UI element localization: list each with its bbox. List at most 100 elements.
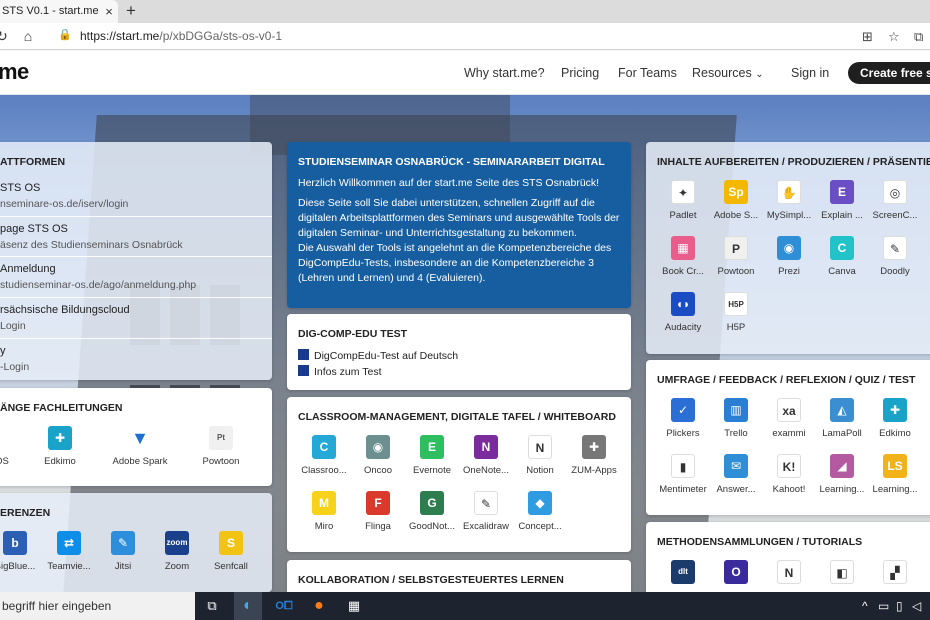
site-logo[interactable]: me [0,59,29,85]
app-tile[interactable]: Pt Powtoon [193,426,249,467]
app-tile[interactable]: ✎ Doodly [867,236,923,277]
intro-text: Herzlich Willkommen auf der start.me Sei… [298,176,620,286]
app-tile[interactable]: ✚ Edkimo [867,398,923,439]
widget-title: STUDIENSEMINAR OSNABRÜCK - SEMINARARBEIT… [298,156,605,168]
app-tile[interactable]: xa exammi [761,398,817,439]
app-tile[interactable]: zoom Zoom [149,531,205,572]
app-tile[interactable]: C Classroo... [296,435,352,476]
apps-grid-icon[interactable]: ⊞ [862,25,873,48]
app-tile[interactable]: G GoodNot... [404,491,460,532]
app-label: Explain ... [821,210,863,221]
app-tile[interactable]: ✦ Padlet [655,180,711,221]
bookmark-item[interactable]: Anmeldung studienseminar-os.de/ago/anmel… [0,256,272,298]
lock-icon: 🔒 [58,29,72,41]
task-view-icon[interactable]: ⧉ [198,592,226,620]
app-tile[interactable]: LS Learning... [867,454,923,495]
app-tile[interactable]: dlt [655,560,711,584]
app-tile[interactable]: ◎ ScreenC... [867,180,923,221]
refresh-icon[interactable]: ↻ [0,23,10,50]
nav-pricing[interactable]: Pricing [561,51,599,95]
intro-paragraph: Die Auswahl der Tools ist angelehnt an d… [298,242,612,284]
app-tile[interactable]: ✎ Jitsi [95,531,151,572]
favorite-star-icon[interactable]: ☆ [888,25,900,48]
app-window-icon[interactable]: ▦ [340,592,368,620]
app-tile[interactable]: P Powtoon [708,236,764,277]
app-tile[interactable]: F Flinga [350,491,406,532]
app-tile[interactable]: Sp Adobe S... [708,180,764,221]
app-tile[interactable]: ▥ Trello [708,398,764,439]
network-icon[interactable]: ▯ [896,592,903,620]
home-icon[interactable]: ⌂ [18,23,38,50]
app-tile[interactable]: M Miro [296,491,352,532]
bookmark-item[interactable]: y -Login [0,338,272,380]
app-tile[interactable]: ◉ Oncoo [350,435,406,476]
app-tile[interactable]: N [761,560,817,584]
app-tile[interactable]: ✚ ZUM-Apps [566,435,622,476]
lamapoll-icon: ◭ [830,398,854,422]
link-label: DigCompEdu-Test auf Deutsch [314,350,459,362]
collections-icon[interactable]: ⧉ [914,25,923,48]
app-tile[interactable]: ▞ [867,560,923,584]
create-free-button[interactable]: Create free st [848,62,930,84]
app-tile[interactable]: K! Kahoot! [761,454,817,495]
nav-resources[interactable]: Resources ⌄ [692,51,764,97]
app-tile[interactable]: ✎ Excalidraw [458,491,514,532]
app-label: Audacity [664,322,702,333]
new-tab-button[interactable]: + [122,0,140,23]
app-tile[interactable]: E Evernote [404,435,460,476]
app-tile[interactable]: ◧ [814,560,870,584]
address-bar[interactable]: 🔒 https://start.me/p/xbDGGa/sts-os-v0-1 … [50,25,923,48]
app-tile[interactable]: ◢ Learning... [814,454,870,495]
answergarden-icon: ✉ [724,454,748,478]
widget-plattformen: ATTFORMEN STS OS nseminare-os.de/iserv/l… [0,142,272,380]
app-tile[interactable]: E Explain ... [814,180,870,221]
bookmark-url: studienseminar-os.de/ago/anmeldung.php [0,279,197,291]
app-tile[interactable]: OS [0,426,30,467]
bookmark-url: Login [0,320,26,332]
app-tile[interactable]: ◆ Concept... [512,491,568,532]
app-tile[interactable]: ◉ Prezi [761,236,817,277]
app-tile[interactable]: ▮ Mentimeter [655,454,711,495]
app-tile[interactable]: H5P H5P [708,292,764,333]
url-text[interactable]: https://start.me/p/xbDGGa/sts-os-v0-1 [80,25,282,48]
bookmark-url: äsenz des Studienseminars Osnabrück [0,239,183,251]
book-creator-icon: ▦ [671,236,695,260]
app-tile[interactable]: N OneNote... [458,435,514,476]
app-tile[interactable]: b BigBlue... [0,531,43,572]
firefox-icon[interactable]: ● [305,592,333,620]
nav-why-startme[interactable]: Why start.me? [464,51,545,95]
app-label: Learning... [872,484,918,495]
outlook-icon[interactable]: O⧠ [270,592,298,620]
app-tile[interactable]: ▼ Adobe Spark [104,426,176,467]
tab-close-icon[interactable]: × [102,0,116,23]
link-item[interactable]: Infos zum Test [298,365,382,378]
h5p-icon: H5P [724,292,748,316]
app-tile[interactable]: C Canva [814,236,870,277]
bookmark-item[interactable]: rsächsische Bildungscloud Login [0,297,272,339]
edge-icon[interactable]: ◐ [234,592,262,620]
app-tile[interactable]: ◭ LamaPoll [814,398,870,439]
taskbar-search-input[interactable]: begriff hier eingeben [0,592,195,620]
app-tile[interactable]: N Notion [512,435,568,476]
conceptboard-icon: ◆ [528,491,552,515]
app-tile[interactable]: S Senfcall [203,531,259,572]
app-tile[interactable]: ✉ Answer... [708,454,764,495]
bookmark-item[interactable]: STS OS nseminare-os.de/iserv/login [0,176,272,218]
app-tile[interactable]: O [708,560,764,584]
link-item[interactable]: DigCompEdu-Test auf Deutsch [298,349,458,362]
signin-link[interactable]: Sign in [791,51,829,95]
app-tile[interactable]: ✋ MySimpl... [761,180,817,221]
bookmark-item[interactable]: page STS OS äsenz des Studienseminars Os… [0,216,272,258]
app-tile[interactable]: ✓ Plickers [655,398,711,439]
battery-icon[interactable]: ▭ [878,592,889,620]
volume-icon[interactable]: ◁ [912,592,921,620]
app-tile[interactable]: ▦ Book Cr... [655,236,711,277]
browser-tab[interactable]: STS V0.1 - start.me × [0,0,118,23]
nav-for-teams[interactable]: For Teams [618,51,677,95]
app-label: Plickers [666,428,700,439]
app-tile[interactable]: ◖◗ Audacity [655,292,711,333]
widget-title: INHALTE AUFBEREITEN / PRODUZIEREN / PRÄS… [657,156,930,168]
app-tile[interactable]: ⇄ Teamvie... [41,531,97,572]
app-tile[interactable]: ✚ Edkimo [32,426,88,467]
chevron-up-icon[interactable]: ^ [862,592,868,620]
